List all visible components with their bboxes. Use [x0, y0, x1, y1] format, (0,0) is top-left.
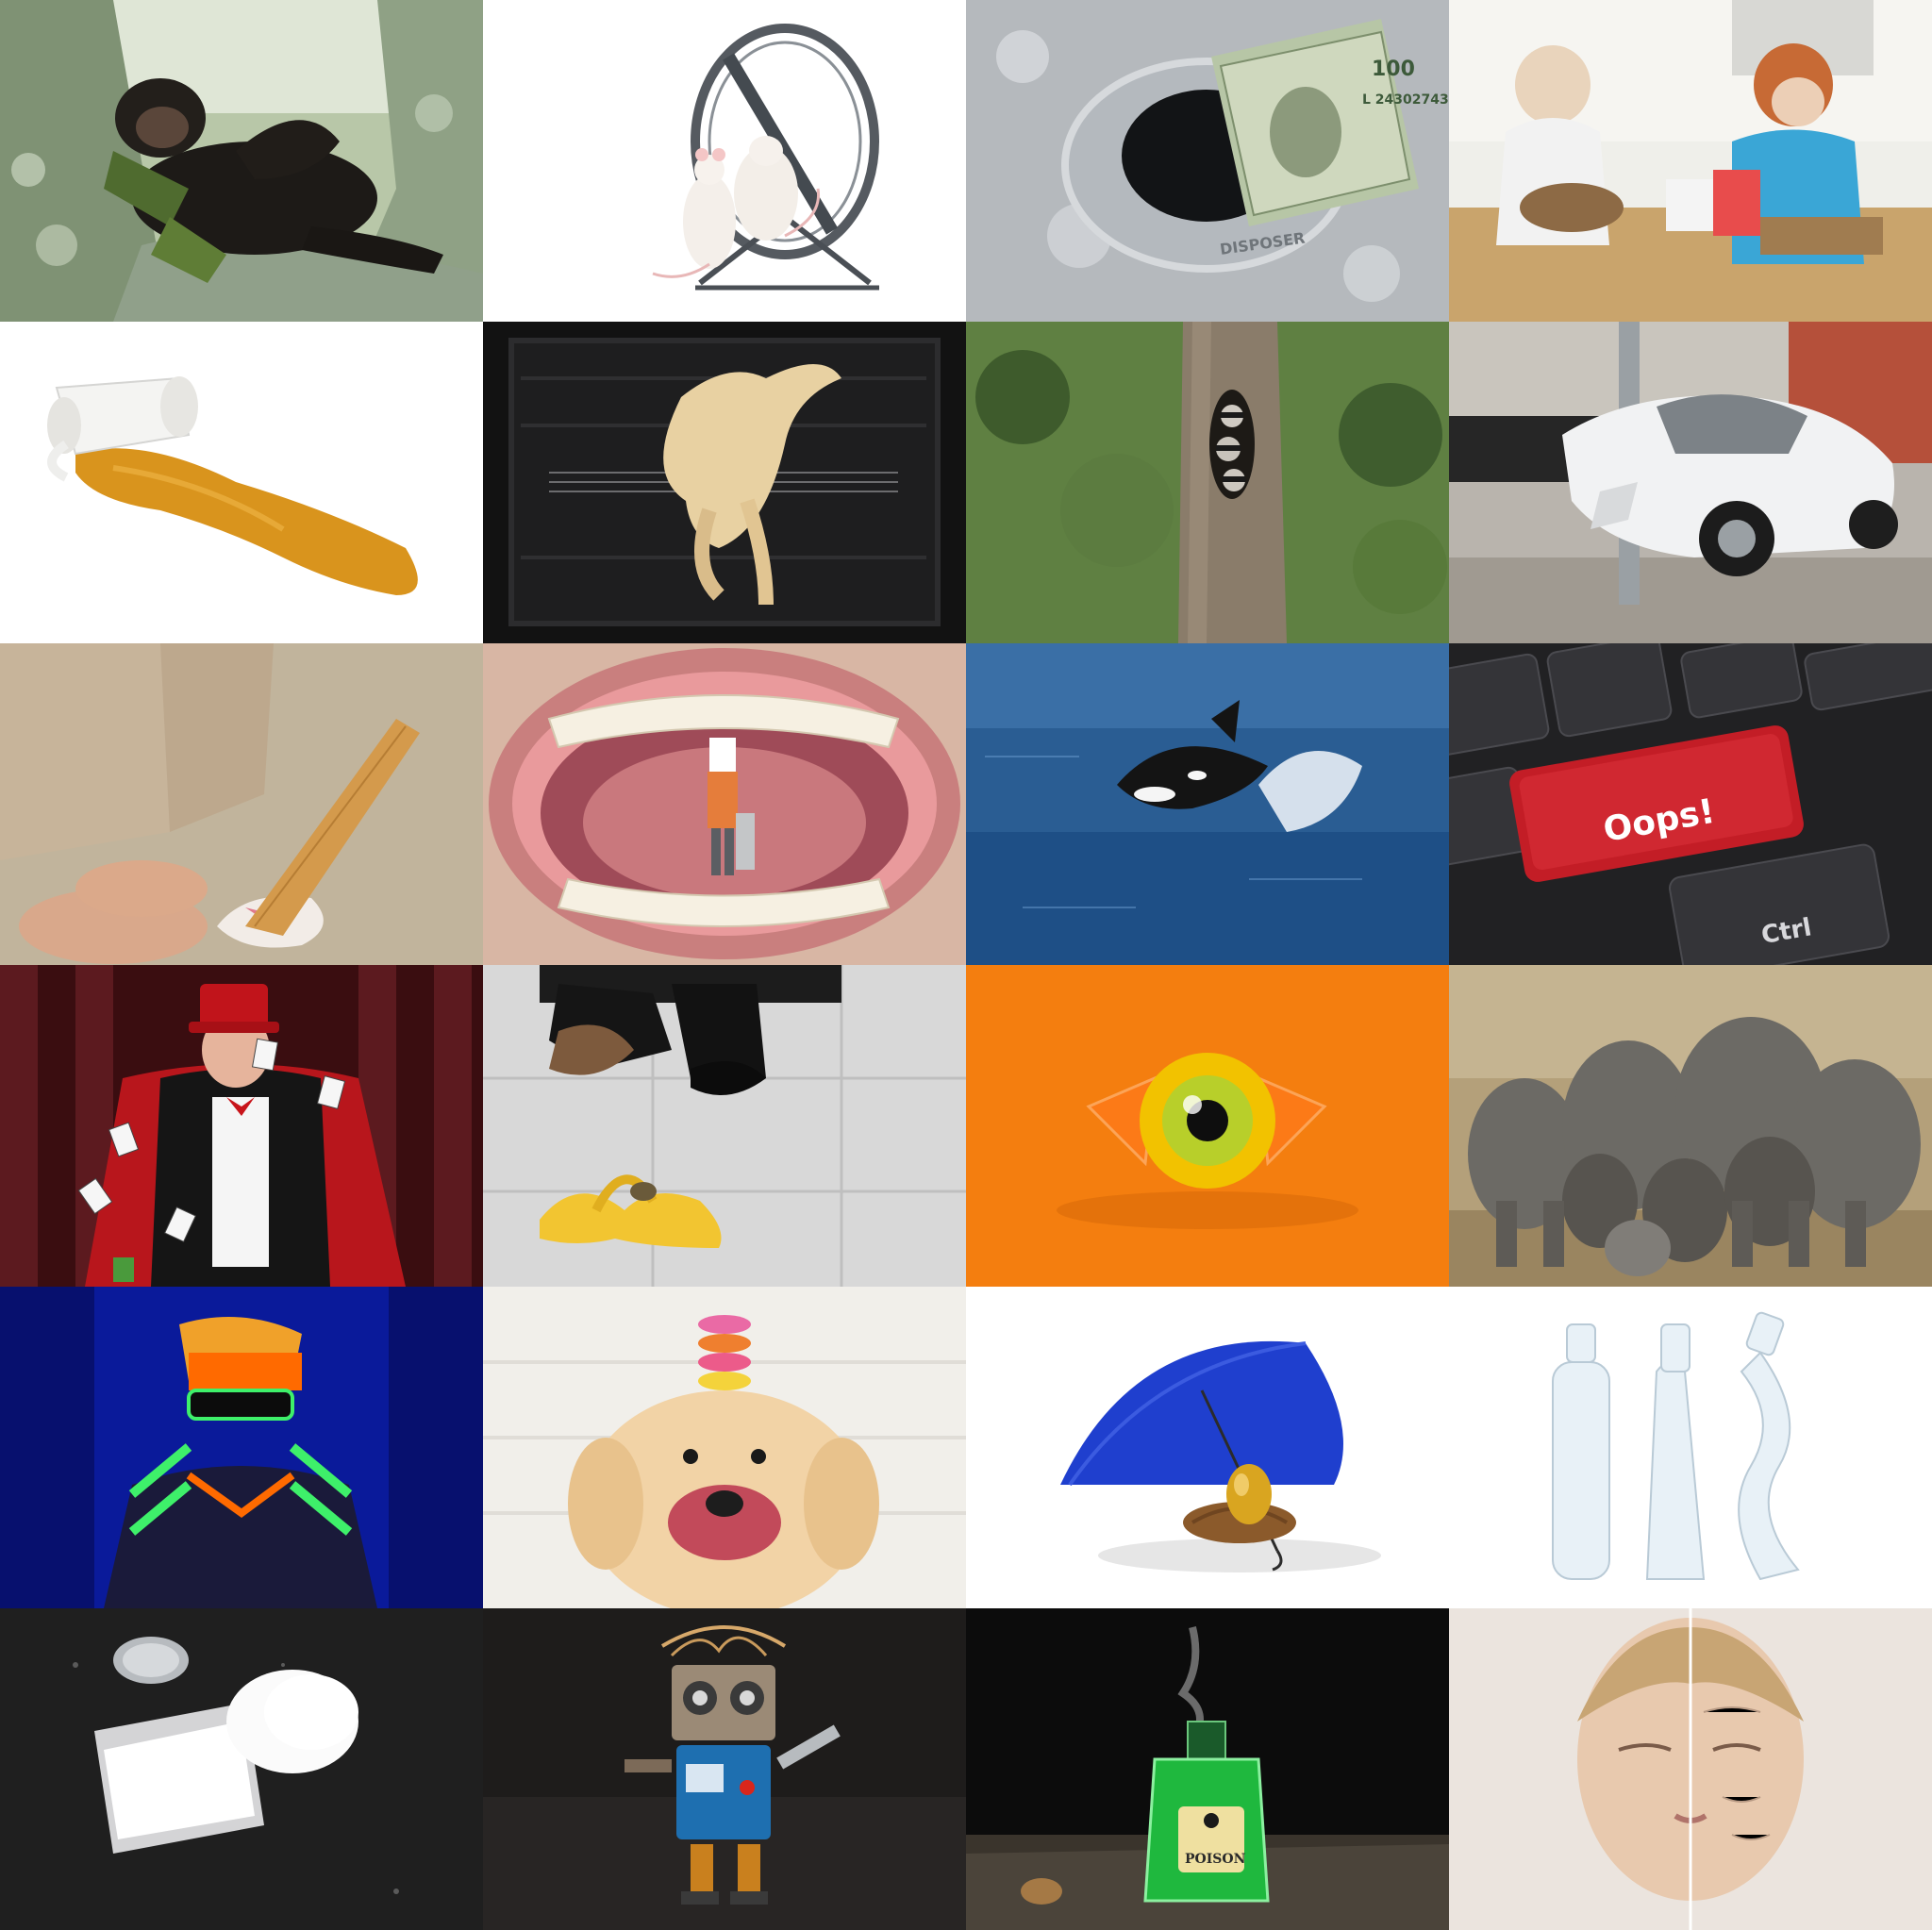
dollar-bills-down-drain-photo: L 24302743 100 DISPOSER: [966, 0, 1449, 322]
crushed-plastic-bottles-photo: [1449, 1287, 1932, 1608]
poison-label-text: POISON: [1185, 1852, 1246, 1867]
eyeball-candy-photo: [966, 965, 1449, 1287]
aging-face-split-photo: [1449, 1608, 1932, 1930]
spilled-coffee-cup-photo: [0, 322, 483, 643]
photo-collage-grid: L 24302743 100 DISPOSER Oops! Ctrl POISO…: [0, 0, 1932, 1930]
magician-with-cards-photo: [0, 965, 483, 1287]
dog-with-macarons-photo: [483, 1287, 966, 1608]
dropped-ice-cream-cone-photo: [0, 643, 483, 965]
raccoons-in-tree-hollow-photo: [966, 322, 1449, 643]
mice-on-hamster-wheel-photo: [483, 0, 966, 322]
umbrella-golden-egg-photo: [966, 1287, 1449, 1608]
oops-keyboard-key-photo: Oops! Ctrl: [1449, 643, 1932, 965]
miniature-worker-in-mouth-photo: [483, 643, 966, 965]
bill-seal-text: 100: [1372, 58, 1415, 81]
bill-serial-text: L 24302743: [1362, 92, 1449, 108]
car-crashed-into-pole-photo: [1449, 322, 1932, 643]
chimpanzee-resting-in-tree-photo: [0, 0, 483, 322]
poison-bottle-photo: POISON: [966, 1608, 1449, 1930]
neon-glow-person-photo: [0, 1287, 483, 1608]
toy-robot-with-wrench-photo: [483, 1608, 966, 1930]
banana-peel-slip-photo: [483, 965, 966, 1287]
kids-messy-kitchen-photo: [1449, 0, 1932, 322]
orca-jumping-photo: [966, 643, 1449, 965]
elephant-herd-photo: [1449, 965, 1932, 1287]
spilled-salt-shaker-photo: [0, 1608, 483, 1930]
raw-chicken-in-oven-photo: [483, 322, 966, 643]
